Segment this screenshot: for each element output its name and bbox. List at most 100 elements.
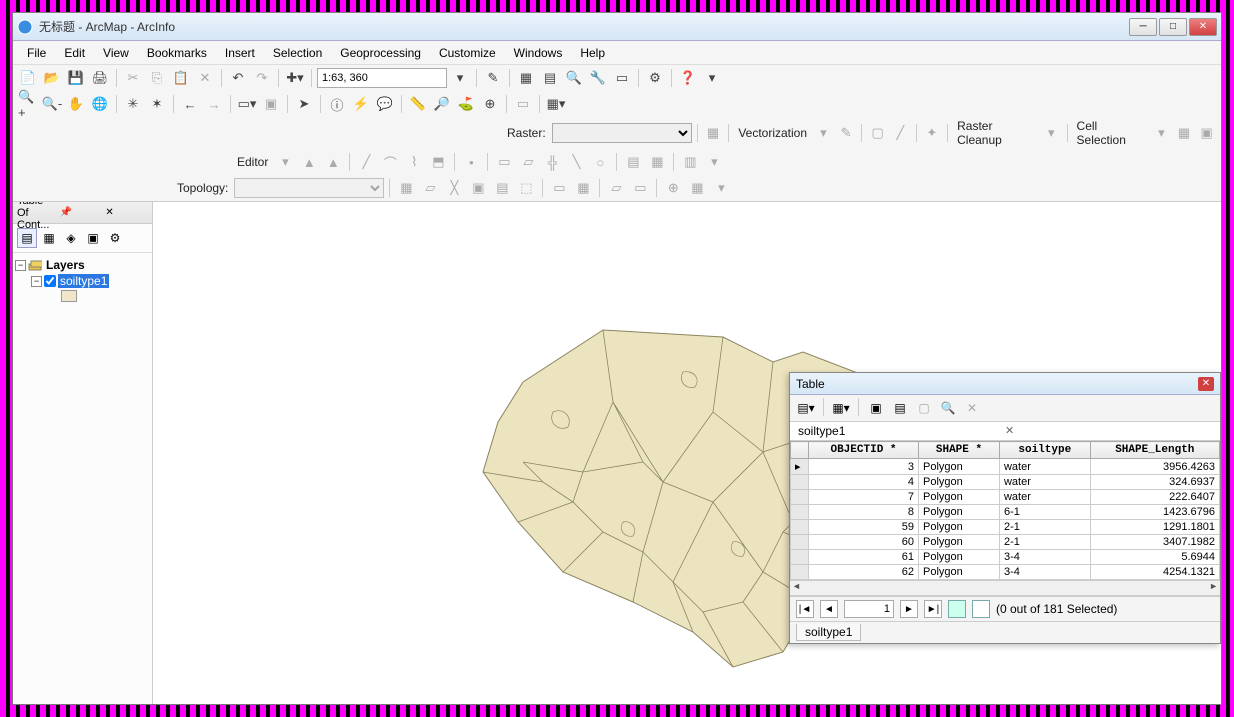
scale-input[interactable] bbox=[317, 68, 447, 88]
trace-icon[interactable]: ⌇ bbox=[403, 151, 425, 173]
vectorization-dropdown-icon[interactable]: ▾ bbox=[813, 122, 834, 144]
clear-selection-table-icon[interactable]: ▢ bbox=[914, 398, 934, 418]
georef-icon[interactable]: ▦ bbox=[703, 122, 724, 144]
nav-first-icon[interactable]: |◄ bbox=[796, 600, 814, 618]
topo-options-icon[interactable]: ▾ bbox=[710, 177, 732, 199]
vectorization-label[interactable]: Vectorization bbox=[734, 126, 811, 140]
html-popup-icon[interactable]: 💬 bbox=[374, 93, 396, 115]
find-route-icon[interactable]: ⛳ bbox=[455, 93, 477, 115]
menu-windows[interactable]: Windows bbox=[506, 44, 571, 62]
table-row[interactable]: 7Polygonwater222.6407 bbox=[791, 490, 1220, 505]
cell-objectid[interactable]: 61 bbox=[809, 550, 919, 565]
toc-close-icon[interactable]: ✕ bbox=[102, 207, 148, 218]
topology-select[interactable] bbox=[234, 178, 384, 198]
cell-soiltype[interactable]: 3-4 bbox=[999, 550, 1090, 565]
cell-soiltype[interactable]: water bbox=[999, 490, 1090, 505]
delete-icon[interactable]: ✕ bbox=[194, 67, 216, 89]
cut-icon[interactable]: ✂ bbox=[122, 67, 144, 89]
col-shape-length[interactable]: SHAPE_Length bbox=[1090, 442, 1219, 459]
cell-objectid[interactable]: 62 bbox=[809, 565, 919, 580]
cell-shape-length[interactable]: 324.6937 bbox=[1090, 475, 1219, 490]
zoom-in-icon[interactable]: 🔍+ bbox=[17, 93, 39, 115]
select-by-attributes-icon[interactable]: ▣ bbox=[866, 398, 886, 418]
delete-selected-icon[interactable]: ✕ bbox=[962, 398, 982, 418]
redo-icon[interactable]: ↷ bbox=[251, 67, 273, 89]
new-icon[interactable]: 📄 bbox=[17, 67, 39, 89]
table-row[interactable]: ▸3Polygonwater3956.4263 bbox=[791, 459, 1220, 475]
list-by-source-icon[interactable]: ▦ bbox=[39, 228, 59, 248]
row-selector[interactable] bbox=[791, 550, 809, 565]
menu-edit[interactable]: Edit bbox=[56, 44, 93, 62]
table-row[interactable]: 61Polygon3-45.6944 bbox=[791, 550, 1220, 565]
attributes-icon[interactable]: ▤ bbox=[622, 151, 644, 173]
select-elements-icon[interactable]: ➤ bbox=[293, 93, 315, 115]
help-icon[interactable]: ❓ bbox=[677, 67, 699, 89]
close-button[interactable]: ✕ bbox=[1189, 18, 1217, 36]
related-tables-icon[interactable]: ▦▾ bbox=[831, 398, 851, 418]
menu-file[interactable]: File bbox=[19, 44, 54, 62]
cell-shape-length[interactable]: 4254.1321 bbox=[1090, 565, 1219, 580]
cell-objectid[interactable]: 60 bbox=[809, 535, 919, 550]
topo-error-icon[interactable]: ▭ bbox=[548, 177, 570, 199]
cell-shape[interactable]: Polygon bbox=[919, 520, 1000, 535]
list-by-selection-icon[interactable]: ▣ bbox=[83, 228, 103, 248]
layer-name[interactable]: soiltype1 bbox=[58, 274, 109, 288]
model-builder-icon[interactable]: ⚙ bbox=[644, 67, 666, 89]
tab-close-icon[interactable]: ✕ bbox=[1005, 424, 1212, 438]
nav-next-icon[interactable]: ► bbox=[900, 600, 918, 618]
layer-visibility-checkbox[interactable] bbox=[44, 275, 56, 287]
create-features-icon[interactable]: ▥ bbox=[679, 151, 701, 173]
cell-shape-length[interactable]: 1291.1801 bbox=[1090, 520, 1219, 535]
time-slider-icon[interactable]: ▭ bbox=[512, 93, 534, 115]
topo-show-shared-icon[interactable]: ▱ bbox=[605, 177, 627, 199]
cell-shape[interactable]: Polygon bbox=[919, 475, 1000, 490]
topo-error-inspector-icon[interactable]: ▦ bbox=[572, 177, 594, 199]
cell-soiltype[interactable]: 3-4 bbox=[999, 565, 1090, 580]
cell-shape-length[interactable]: 3407.1982 bbox=[1090, 535, 1219, 550]
layer-expander-icon[interactable]: − bbox=[31, 276, 42, 287]
row-selector[interactable] bbox=[791, 490, 809, 505]
cell-objectid[interactable]: 59 bbox=[809, 520, 919, 535]
topo-shared-edit-icon[interactable]: ▭ bbox=[629, 177, 651, 199]
menu-insert[interactable]: Insert bbox=[217, 44, 263, 62]
menu-selection[interactable]: Selection bbox=[265, 44, 330, 62]
undo-icon[interactable]: ↶ bbox=[227, 67, 249, 89]
row-selector[interactable] bbox=[791, 565, 809, 580]
cell-objectid[interactable]: 8 bbox=[809, 505, 919, 520]
topo-validate-icon[interactable]: ▣ bbox=[467, 177, 489, 199]
vec-line-icon[interactable]: ╱ bbox=[890, 122, 911, 144]
row-selector-header[interactable] bbox=[791, 442, 809, 459]
row-selector[interactable]: ▸ bbox=[791, 459, 809, 475]
col-soiltype[interactable]: soiltype bbox=[999, 442, 1090, 459]
print-icon[interactable]: 🖨 bbox=[89, 67, 111, 89]
go-forward-icon[interactable]: → bbox=[203, 93, 225, 115]
layer-symbol-swatch[interactable] bbox=[61, 290, 77, 302]
topo-construct-icon[interactable]: ▱ bbox=[419, 177, 441, 199]
cell-shape[interactable]: Polygon bbox=[919, 490, 1000, 505]
cell-soiltype[interactable]: water bbox=[999, 459, 1090, 475]
cell-shape-length[interactable]: 5.6944 bbox=[1090, 550, 1219, 565]
paste-icon[interactable]: 📋 bbox=[170, 67, 192, 89]
edit-annotation-icon[interactable]: ▲ bbox=[322, 151, 344, 173]
layers-label[interactable]: Layers bbox=[44, 258, 87, 272]
toolbox-icon[interactable]: 🔧 bbox=[587, 67, 609, 89]
copy-icon[interactable]: ⎘ bbox=[146, 67, 168, 89]
add-data-icon[interactable]: ✚▾ bbox=[284, 67, 306, 89]
editor-toolbar-icon[interactable]: ✎ bbox=[482, 67, 504, 89]
cell-soiltype[interactable]: water bbox=[999, 475, 1090, 490]
bottom-tab-label[interactable]: soiltype1 bbox=[796, 624, 861, 641]
table-row[interactable]: 60Polygon2-13407.1982 bbox=[791, 535, 1220, 550]
tree-symbol-row[interactable] bbox=[15, 289, 150, 303]
go-to-xy-icon[interactable]: ⊕ bbox=[479, 93, 501, 115]
reshape-icon[interactable]: ▱ bbox=[517, 151, 539, 173]
tree-layer-row[interactable]: − soiltype1 bbox=[15, 273, 150, 289]
row-selector[interactable] bbox=[791, 520, 809, 535]
cell-shape[interactable]: Polygon bbox=[919, 459, 1000, 475]
table-row[interactable]: 8Polygon6-11423.6796 bbox=[791, 505, 1220, 520]
clear-selection-icon[interactable]: ▣ bbox=[260, 93, 282, 115]
expander-icon[interactable]: − bbox=[15, 260, 26, 271]
zoom-selected-icon[interactable]: 🔍 bbox=[938, 398, 958, 418]
table-scroll-area[interactable]: OBJECTID * SHAPE * soiltype SHAPE_Length… bbox=[790, 441, 1220, 580]
menu-bookmarks[interactable]: Bookmarks bbox=[139, 44, 215, 62]
zoom-out-icon[interactable]: 🔍- bbox=[41, 93, 63, 115]
